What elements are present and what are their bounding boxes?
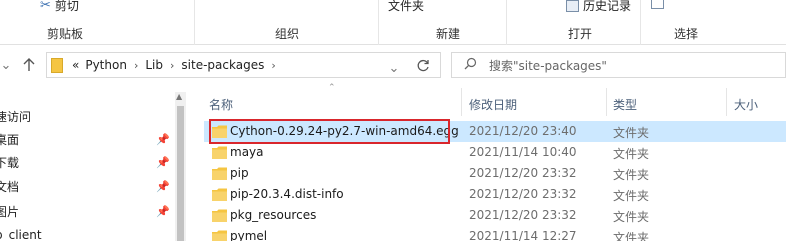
column-header-date[interactable]: 修改日期 [469,92,517,116]
history-label: 历史记录 [583,0,632,13]
group-label-open: 打开 [568,27,593,41]
pin-icon[interactable]: 📌 [156,133,170,146]
folder-icon [212,209,227,222]
navigation-bar: ⌄ « Python › Lib › site-packages › ⌄ 搜索"… [0,49,786,81]
scissors-icon: ✂ [40,0,51,13]
file-date: 2021/11/14 12:27 [469,229,577,241]
ribbon: ✂ 剪切 文件夹 历史记录 剪贴板 组织 新建 打开 选择 [0,0,786,45]
file-row[interactable]: pkg_resources 2021/12/20 23:32 文件夹 [204,205,786,226]
scroll-up-icon[interactable]: ▲ [176,92,182,101]
group-label-select: 选择 [674,27,699,41]
sidebar-item-downloads[interactable]: 下载 📌 [0,151,175,173]
column-header-date-label: 修改日期 [469,97,518,112]
file-type: 文件夹 [613,189,650,203]
address-dropdown-icon[interactable]: ⌄ [383,58,405,78]
highlight-annotation-box [209,119,450,144]
ribbon-divider [378,0,379,45]
sort-up-icon: ⌃ [328,83,336,93]
ribbon-divider [640,0,641,45]
cut-label: 剪切 [54,0,79,13]
column-divider[interactable] [606,88,607,116]
chevron-right-icon[interactable]: › [267,59,279,72]
file-name: maya [230,145,264,159]
navigation-pane: 速访问 桌面 📌 下载 📌 文档 📌 图片 📌 p_client [0,88,186,241]
chevron-right-icon[interactable]: › [130,59,142,72]
ribbon-divider [194,0,195,45]
column-header-size-label: 大小 [734,97,759,112]
breadcrumb-site-packages[interactable]: site-packages [178,58,267,72]
address-bar[interactable]: « Python › Lib › site-packages › [46,52,441,78]
ribbon-divider [506,0,507,45]
file-date: 2021/12/20 23:32 [469,166,577,180]
sidebar-item-p-client[interactable]: p_client [0,224,175,241]
chevron-right-icon[interactable]: › [166,59,178,72]
sidebar-item-label: 图片 [0,204,20,219]
file-row[interactable]: pip-20.3.4.dist-info 2021/12/20 23:32 文件… [204,184,786,205]
column-header-type[interactable]: 类型 [613,92,637,116]
sidebar-item-label: 下载 [0,155,20,170]
new-folder-button[interactable]: 文件夹 [388,0,424,14]
column-header-size[interactable]: 大小 [734,92,758,116]
breadcrumb-python[interactable]: Python [82,58,130,72]
file-type: 文件夹 [613,168,650,182]
breadcrumb-lib[interactable]: Lib [142,58,166,72]
column-divider[interactable] [726,88,727,116]
select-all-button[interactable] [651,0,664,9]
group-label-clipboard: 剪贴板 [47,27,84,41]
search-icon [464,57,477,73]
refresh-icon[interactable] [412,55,434,75]
new-folder-label: 文件夹 [388,0,425,13]
column-divider[interactable] [461,88,462,116]
breadcrumb-overflow[interactable]: « [69,58,82,72]
history-button[interactable]: 历史记录 [566,0,631,14]
file-date: 2021/12/20 23:32 [469,208,577,222]
select-all-icon [651,0,664,9]
folder-icon [212,230,227,241]
file-type: 文件夹 [613,231,650,241]
sidebar-item-label: 速访问 [0,109,32,124]
sidebar-item-label: p_client [0,228,42,241]
group-label-new: 新建 [436,27,461,41]
file-row[interactable]: maya 2021/11/14 10:40 文件夹 [204,142,786,163]
file-name: pymel [230,229,268,241]
scrollbar-thumb[interactable] [177,106,184,241]
file-row[interactable]: pymel 2021/11/14 12:27 文件夹 [204,226,786,241]
file-date: 2021/11/14 10:40 [469,145,577,159]
sidebar-item-desktop[interactable]: 桌面 📌 [0,128,175,150]
pin-icon[interactable]: 📌 [156,205,170,218]
search-placeholder: 搜索"site-packages" [489,58,607,73]
file-name: pip-20.3.4.dist-info [230,187,344,201]
file-name: pip [230,166,249,180]
recent-locations-chevron-icon[interactable]: ⌄ [0,55,12,75]
sidebar-item-documents[interactable]: 文档 📌 [0,175,175,197]
file-date: 2021/12/20 23:32 [469,187,577,201]
pin-icon[interactable]: 📌 [156,180,170,193]
cut-button[interactable]: ✂ 剪切 [40,0,79,14]
sidebar-item-pictures[interactable]: 图片 📌 [0,200,175,222]
group-label-organize: 组织 [275,27,300,41]
sidebar-item-label: 桌面 [0,132,20,147]
column-header-name-label: 名称 [209,97,234,112]
search-box[interactable]: 搜索"site-packages" [451,52,786,78]
column-header-type-label: 类型 [613,97,638,112]
pin-icon[interactable]: 📌 [156,156,170,169]
file-date: 2021/12/20 23:40 [469,124,577,138]
sidebar-item-quick-access[interactable]: 速访问 [0,105,175,127]
folder-icon [212,188,227,201]
file-row[interactable]: pip 2021/12/20 23:32 文件夹 [204,163,786,184]
file-explorer-window: ✂ 剪切 文件夹 历史记录 剪贴板 组织 新建 打开 选择 ⌄ « Python… [0,0,786,241]
history-icon [566,0,579,12]
file-name: pkg_resources [230,208,317,222]
folder-icon [212,146,227,159]
sidebar-scrollbar[interactable]: ▲ [175,92,186,241]
sidebar-item-label: 文档 [0,179,20,194]
address-folder-icon [51,57,63,73]
column-header-name[interactable]: 名称 [209,92,233,116]
file-type: 文件夹 [613,126,650,140]
folder-icon [212,167,227,180]
file-type: 文件夹 [613,210,650,224]
up-arrow-icon[interactable] [20,55,38,75]
file-type: 文件夹 [613,147,650,161]
